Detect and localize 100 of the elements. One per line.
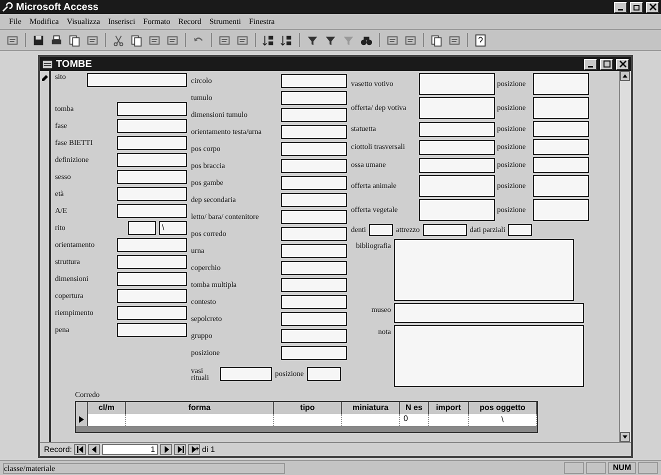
input-field[interactable]	[419, 140, 495, 154]
input-field[interactable]	[281, 74, 347, 88]
menu-item[interactable]: Strumenti	[206, 17, 244, 26]
menu-item[interactable]: Visualizza	[64, 17, 104, 26]
scissors-icon[interactable]	[112, 34, 125, 46]
menu-item[interactable]: Inserisci	[105, 17, 138, 26]
column-header[interactable]: N es	[400, 402, 429, 414]
menu-item[interactable]: Formato	[140, 17, 174, 26]
input-field[interactable]	[533, 97, 589, 119]
input-field[interactable]	[220, 367, 272, 381]
input-field[interactable]	[117, 136, 187, 150]
input-field[interactable]	[419, 122, 495, 136]
input-field[interactable]	[117, 272, 187, 286]
input-field[interactable]	[117, 118, 187, 132]
column-header[interactable]: cl/m	[88, 402, 126, 414]
input-field[interactable]	[117, 254, 187, 268]
input-field[interactable]	[281, 210, 347, 224]
document-icon[interactable]	[166, 34, 179, 46]
document-icon[interactable]	[448, 34, 461, 46]
scroll-up-icon[interactable]	[620, 71, 630, 81]
vertical-scrollbar[interactable]	[619, 71, 631, 442]
document-icon[interactable]	[386, 34, 399, 46]
last-record-button[interactable]	[174, 444, 186, 455]
text-area[interactable]	[394, 325, 584, 387]
input-field[interactable]	[533, 157, 589, 173]
menu-item[interactable]: Finestra	[246, 17, 278, 26]
new-record-button[interactable]	[188, 444, 200, 455]
input-field[interactable]	[117, 170, 187, 184]
input-field[interactable]	[281, 124, 347, 138]
column-header[interactable]: tipo	[274, 402, 342, 414]
menu-item[interactable]: Modifica	[26, 17, 62, 26]
input-field[interactable]	[419, 199, 495, 221]
input-field[interactable]	[281, 346, 347, 360]
close-button[interactable]	[646, 2, 659, 12]
restore-button[interactable]	[630, 2, 643, 12]
input-field[interactable]	[419, 73, 495, 95]
input-field[interactable]: \	[159, 220, 187, 234]
input-field[interactable]	[117, 288, 187, 302]
input-field[interactable]	[117, 152, 187, 166]
next-record-button[interactable]	[160, 444, 172, 455]
input-field[interactable]	[306, 367, 341, 381]
row-selector[interactable]	[76, 414, 88, 426]
input-field[interactable]	[419, 175, 495, 197]
input-field[interactable]	[281, 294, 347, 308]
scroll-down-icon[interactable]	[620, 432, 630, 442]
input-field[interactable]	[281, 142, 347, 156]
input-field[interactable]	[87, 73, 187, 87]
document-icon[interactable]	[404, 34, 417, 46]
document-icon[interactable]	[86, 34, 99, 46]
input-field[interactable]	[281, 90, 347, 104]
document-icon[interactable]	[6, 34, 19, 46]
minimize-button[interactable]	[614, 2, 627, 12]
maximize-button[interactable]	[600, 58, 613, 70]
document-icon[interactable]	[148, 34, 161, 46]
input-field[interactable]	[281, 312, 347, 326]
input-field[interactable]	[422, 224, 467, 236]
printer-icon[interactable]	[50, 34, 63, 46]
input-field[interactable]	[281, 108, 347, 122]
input-field[interactable]	[394, 303, 584, 323]
input-field[interactable]	[533, 175, 589, 197]
document-icon[interactable]	[218, 34, 231, 46]
input-field[interactable]	[281, 176, 347, 190]
input-field[interactable]	[419, 97, 495, 119]
close-button[interactable]	[616, 58, 629, 70]
menu-item[interactable]: File	[6, 17, 24, 26]
input-field[interactable]	[117, 306, 187, 320]
input-field[interactable]	[281, 244, 347, 258]
input-field[interactable]	[117, 322, 187, 336]
document-icon[interactable]	[236, 34, 249, 46]
input-field[interactable]	[117, 204, 187, 218]
first-record-button[interactable]	[74, 444, 86, 455]
record-number-field[interactable]: 1	[102, 444, 158, 455]
input-field[interactable]	[533, 121, 589, 137]
pages-icon[interactable]	[430, 34, 443, 46]
column-header[interactable]: forma	[126, 402, 274, 414]
column-header[interactable]: miniatura	[342, 402, 400, 414]
input-field[interactable]	[369, 224, 393, 236]
minimize-button[interactable]	[584, 58, 597, 70]
input-field[interactable]	[533, 73, 589, 95]
input-field[interactable]	[281, 158, 347, 172]
column-header[interactable]: pos oggetto	[469, 402, 537, 414]
pages-icon[interactable]	[130, 34, 143, 46]
input-field[interactable]	[117, 102, 187, 116]
help-icon[interactable]	[474, 34, 487, 46]
input-field[interactable]	[508, 224, 532, 236]
input-field[interactable]	[533, 199, 589, 221]
record-selector[interactable]	[40, 71, 51, 442]
column-header[interactable]: import	[429, 402, 469, 414]
pages-icon[interactable]	[68, 34, 81, 46]
input-field[interactable]	[419, 158, 495, 172]
sort-icon[interactable]	[262, 34, 275, 46]
menu-item[interactable]: Record	[175, 17, 204, 26]
previous-record-button[interactable]	[88, 444, 100, 455]
input-field[interactable]	[281, 278, 347, 292]
input-field[interactable]	[281, 226, 347, 240]
input-field[interactable]	[117, 186, 187, 200]
text-area[interactable]	[394, 239, 574, 301]
input-field[interactable]	[281, 192, 347, 206]
input-field[interactable]	[128, 220, 156, 234]
input-field[interactable]	[117, 238, 187, 252]
